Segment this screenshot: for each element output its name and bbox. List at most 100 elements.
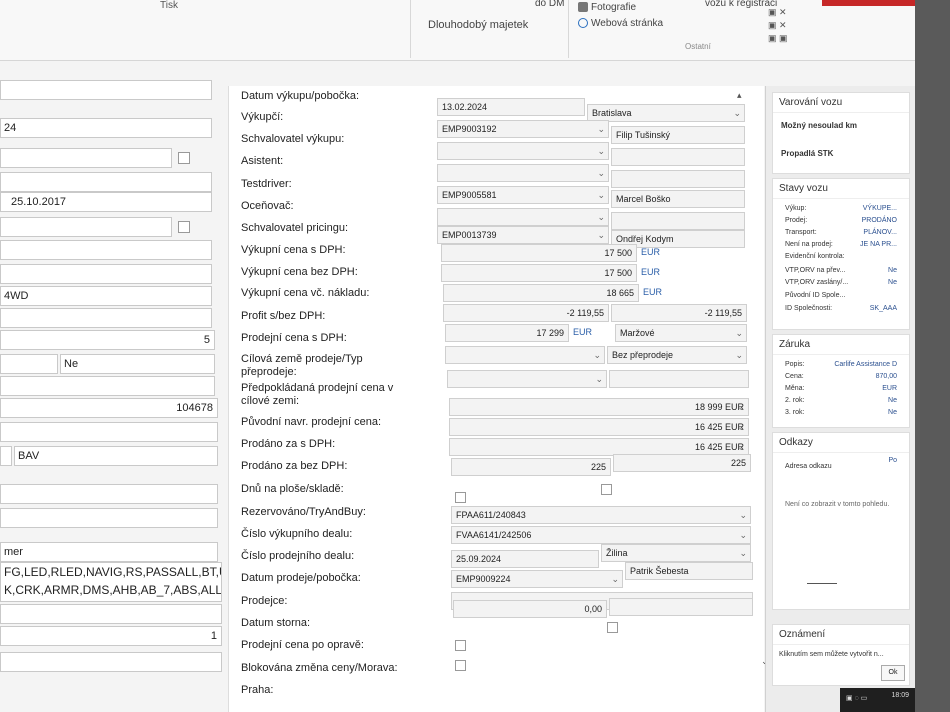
scroll-up-icon[interactable]: ▴ xyxy=(737,90,742,101)
label-schvalovatel-vykupu: Schvalovatel výkupu: xyxy=(241,133,345,145)
drive-field[interactable]: 4WD xyxy=(0,286,212,306)
left-field[interactable]: 1 xyxy=(0,626,222,646)
zaruka-panel: Záruka Popis: Carlife Assistance D Cena: 8… xyxy=(772,334,910,428)
left-field[interactable] xyxy=(0,264,212,284)
left-field[interactable] xyxy=(0,80,212,100)
registrace-button[interactable]: vozu k registraci xyxy=(705,0,777,9)
profit-bez-dph-field: -2 119,55 xyxy=(611,304,747,322)
left-field[interactable] xyxy=(0,376,215,396)
prodano-s-dph-field[interactable]: 16 425 EUR ⌄ xyxy=(449,418,749,436)
ne-field[interactable]: Ne xyxy=(60,354,215,374)
create-notification-link[interactable]: Kliknutím sem můžete vytvořit n... xyxy=(779,651,884,658)
pricing-select[interactable]: EMP0013739 ⌄ xyxy=(437,226,609,244)
label-predpokladana-cena: Předpokládaná prodejní cena v cílové zem… xyxy=(241,382,394,407)
equipment-field[interactable]: FG,LED,RLED,NAVIG,RS,PASSALL,BT,U K,CRK,A… xyxy=(0,562,222,602)
pobocka-select[interactable]: Bratislava ⌄ xyxy=(587,104,745,122)
chevron-down-icon: ⌄ xyxy=(597,168,605,178)
schvalovatel-vykupu-select[interactable]: ⌄ xyxy=(437,142,609,160)
label-prodano-bez-dph: Prodáno za bez DPH: xyxy=(241,460,348,472)
seats-field[interactable]: 5 xyxy=(0,330,215,350)
prodejni-cena-field[interactable]: 17 299 xyxy=(445,324,569,342)
zaruka-label: 2. rok: xyxy=(785,397,805,404)
left-field[interactable] xyxy=(0,484,218,504)
odkazy-panel: Odkazy Adresa odkazu Po Není co zobrazit… xyxy=(772,432,910,610)
chevron-down-icon: ⌄ xyxy=(597,212,605,222)
left-field[interactable]: mer xyxy=(0,542,218,562)
blokovana-checkbox[interactable] xyxy=(455,640,466,651)
predpokladana-cena-field[interactable]: ⌄ xyxy=(447,370,607,388)
prodejce-name: Patrik Šebesta xyxy=(625,562,753,580)
fotografie-button[interactable]: Fotografie xyxy=(578,2,636,13)
label-prodejni-cena-po-oprave: Prodejní cena po opravě: xyxy=(241,639,364,651)
oprava-checkbox[interactable] xyxy=(607,622,618,633)
ribbon-separator xyxy=(410,0,411,58)
ok-button[interactable]: Ok xyxy=(881,665,905,681)
trybuy-checkbox[interactable] xyxy=(601,484,612,495)
zaruka-label: Měna: xyxy=(785,385,805,392)
dlouhodoby-majetek-group: Dlouhodobý majetek xyxy=(428,19,529,31)
left-field[interactable] xyxy=(0,652,222,672)
fotografie-label: Fotografie xyxy=(591,2,637,13)
morava-checkbox[interactable] xyxy=(455,660,466,671)
left-field[interactable] xyxy=(0,240,212,260)
ribbon: Tisk do DM vozu k registraci Dlouhodobý … xyxy=(0,0,915,61)
vykupni-cena-naklad-field[interactable]: 18 665 xyxy=(443,284,639,302)
km-field[interactable]: 104678 xyxy=(0,398,218,418)
chevron-down-icon: ⌄ xyxy=(737,442,745,452)
ribbon-small-icons[interactable]: ▣ ✕ ▣ ✕ ▣ ▣ xyxy=(768,6,788,45)
typ-preprodeje-select[interactable]: Bez přeprodeje ⌄ xyxy=(607,346,747,364)
stavy-title: Stavy vozu xyxy=(773,179,909,199)
prodejni-cena-po-oprave-field[interactable]: 0,00 xyxy=(453,600,607,618)
prodejni-cena-po-oprave-extra xyxy=(609,598,753,616)
varovani-panel: Varování vozu Možný nesoulad km Propadlá… xyxy=(772,92,910,174)
varovani-title: Varování vozu xyxy=(773,93,909,113)
taskbar-icons[interactable]: ▣ ◌ ▭ xyxy=(846,694,867,702)
equipment-line-1: FG,LED,RLED,NAVIG,RS,PASSALL,BT,U xyxy=(4,565,222,579)
datum-prodeje-field[interactable]: 25.09.2024 xyxy=(451,550,599,568)
vykupni-cena-bez-dph-field[interactable]: 17 500 xyxy=(441,264,637,282)
left-date-field[interactable]: 25.10.2017 xyxy=(0,192,212,212)
prodano-bez-value: 16 425 xyxy=(694,442,723,452)
dm-label[interactable]: do DM xyxy=(535,0,564,9)
vykupci-select[interactable]: EMP9003192 ⌄ xyxy=(437,120,609,138)
puvodni-cena-field[interactable]: 18 999 EUR ⌄ xyxy=(449,398,749,416)
rezervovano-checkbox[interactable] xyxy=(455,492,466,503)
chevron-down-icon: ⌄ xyxy=(597,190,605,200)
datum-vykupu-field[interactable]: 13.02.2024 xyxy=(437,98,585,116)
marzove-select[interactable]: Maržové ⌄ xyxy=(615,324,747,342)
chevron-down-icon: ⌄ xyxy=(611,574,619,584)
left-field[interactable] xyxy=(0,148,172,168)
chevron-down-icon: ⌄ xyxy=(597,146,605,156)
testdriver-select[interactable]: EMP9005581 ⌄ xyxy=(437,186,609,204)
label-datum-vykupu: Datum výkupu/pobočka: xyxy=(241,90,360,102)
stav-label: VTP,ORV na přev... xyxy=(785,267,846,274)
left-field[interactable] xyxy=(0,422,218,442)
stk-warning: Propadlá STK xyxy=(781,149,834,158)
webova-stranka-button[interactable]: Webová stránka xyxy=(578,18,663,29)
left-field[interactable] xyxy=(0,354,58,374)
left-field[interactable] xyxy=(0,217,172,237)
left-checkbox[interactable] xyxy=(178,152,190,164)
asistent-select[interactable]: ⌄ xyxy=(437,164,609,182)
stav-label: Není na prodej: xyxy=(785,241,833,248)
vykupni-deal-select[interactable]: FPAA611/240843 ⌄ xyxy=(451,506,751,524)
prodejni-deal-select[interactable]: FVAA6141/242506 ⌄ xyxy=(451,526,751,544)
left-field[interactable] xyxy=(0,508,218,528)
left-field[interactable] xyxy=(0,604,222,624)
stav-value: JE NA PR... xyxy=(860,241,897,248)
ocenovac-select[interactable]: ⌄ xyxy=(437,208,609,226)
left-field[interactable]: 24 xyxy=(0,118,212,138)
cilova-zeme-select[interactable]: ⌄ xyxy=(445,346,605,364)
pobocka-prodeje-select[interactable]: Žilina ⌄ xyxy=(601,544,751,562)
tisk-button[interactable]: Tisk xyxy=(160,0,178,11)
testdriver-name: Marcel Boško xyxy=(611,190,745,208)
left-field[interactable] xyxy=(0,308,212,328)
dnu-na-sklade-field: 225 xyxy=(613,454,751,472)
prodejce-select[interactable]: EMP9009224 ⌄ xyxy=(451,570,623,588)
left-checkbox[interactable] xyxy=(178,221,190,233)
left-field[interactable] xyxy=(0,172,212,192)
vykupni-cena-s-dph-field[interactable]: 17 500 xyxy=(441,244,637,262)
taskbar: ▣ ◌ ▭ 18:09 xyxy=(840,688,915,712)
color-field[interactable]: BAV xyxy=(14,446,218,466)
left-field[interactable] xyxy=(0,446,12,466)
